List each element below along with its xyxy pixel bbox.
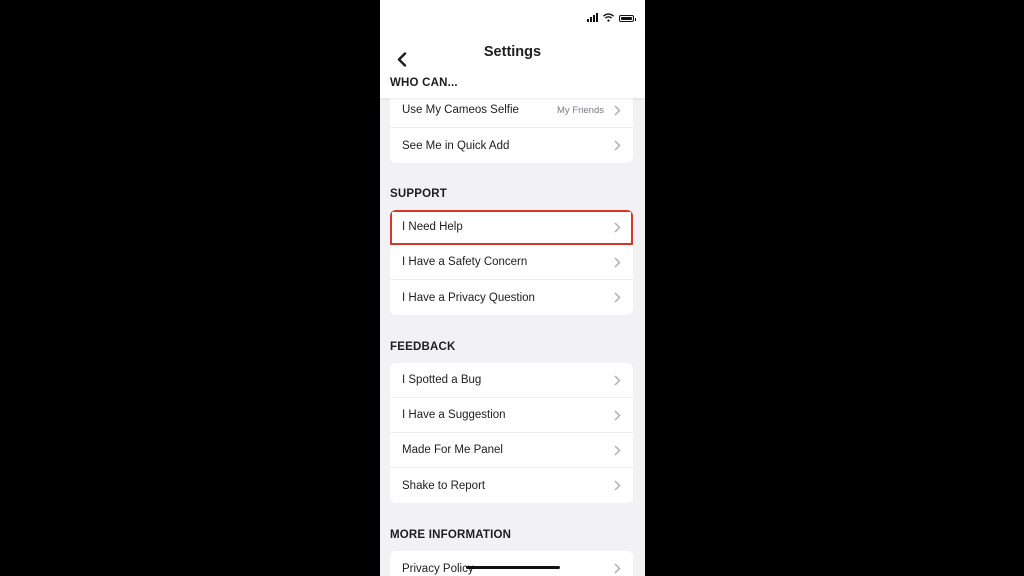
who-can-group: Use My Cameos Selfie My Friends See Me i…: [390, 93, 633, 163]
chevron-right-icon: [614, 480, 621, 491]
privacy-policy-row[interactable]: Privacy Policy: [390, 551, 633, 576]
i-need-help-row[interactable]: I Need Help: [390, 210, 633, 245]
row-label: I Have a Privacy Question: [402, 291, 535, 304]
chevron-right-icon: [614, 256, 621, 268]
row-label: I Have a Suggestion: [402, 409, 506, 421]
chevron-right-icon: [614, 444, 621, 456]
support-group: I Need Help I Have a Safety Concern I Ha…: [390, 210, 633, 315]
feedback-group: I Spotted a Bug I Have a Suggestion Made…: [390, 363, 633, 503]
section-header-more-information: MORE INFORMATION: [390, 529, 512, 541]
chevron-right-icon: [614, 563, 621, 574]
section-header-who-can: WHO CAN...: [390, 77, 458, 89]
use-my-cameos-selfie-row[interactable]: Use My Cameos Selfie My Friends: [390, 93, 633, 128]
status-icons: [587, 13, 636, 22]
row-label: See Me in Quick Add: [402, 139, 510, 152]
more-information-group: Privacy Policy: [390, 551, 633, 576]
navigation-header: Settings WHO CAN...: [380, 36, 645, 98]
wifi-icon: [603, 13, 614, 22]
see-me-in-quick-add-row[interactable]: See Me in Quick Add: [390, 128, 633, 163]
shake-to-report-row[interactable]: Shake to Report: [390, 468, 633, 503]
phone-screen: Use My Cameos Selfie My Friends See Me i…: [380, 0, 645, 576]
section-header-support: SUPPORT: [390, 188, 447, 200]
row-label: Shake to Report: [402, 479, 486, 492]
privacy-question-row[interactable]: I Have a Privacy Question: [390, 280, 633, 315]
row-value: My Friends: [557, 104, 604, 116]
chevron-right-icon: [614, 409, 621, 421]
chevron-right-icon: [614, 374, 621, 386]
chevron-right-icon: [614, 292, 621, 303]
row-label: I Have a Safety Concern: [402, 256, 528, 268]
section-header-feedback: FEEDBACK: [390, 341, 456, 353]
signal-icon: [587, 13, 598, 22]
safety-concern-row[interactable]: I Have a Safety Concern: [390, 245, 633, 280]
battery-icon: [619, 15, 636, 22]
row-label: I Spotted a Bug: [402, 374, 482, 386]
row-label: Made For Me Panel: [402, 444, 503, 456]
spotted-a-bug-row[interactable]: I Spotted a Bug: [390, 363, 633, 398]
chevron-right-icon: [614, 140, 621, 151]
chevron-right-icon: [614, 221, 621, 233]
made-for-me-panel-row[interactable]: Made For Me Panel: [390, 433, 633, 468]
row-label: I Need Help: [402, 221, 463, 233]
home-indicator: [466, 566, 560, 569]
row-label: Use My Cameos Selfie: [402, 104, 519, 116]
chevron-right-icon: [614, 104, 621, 116]
page-title: Settings: [483, 44, 542, 60]
have-a-suggestion-row[interactable]: I Have a Suggestion: [390, 398, 633, 433]
status-bar: [380, 0, 645, 36]
